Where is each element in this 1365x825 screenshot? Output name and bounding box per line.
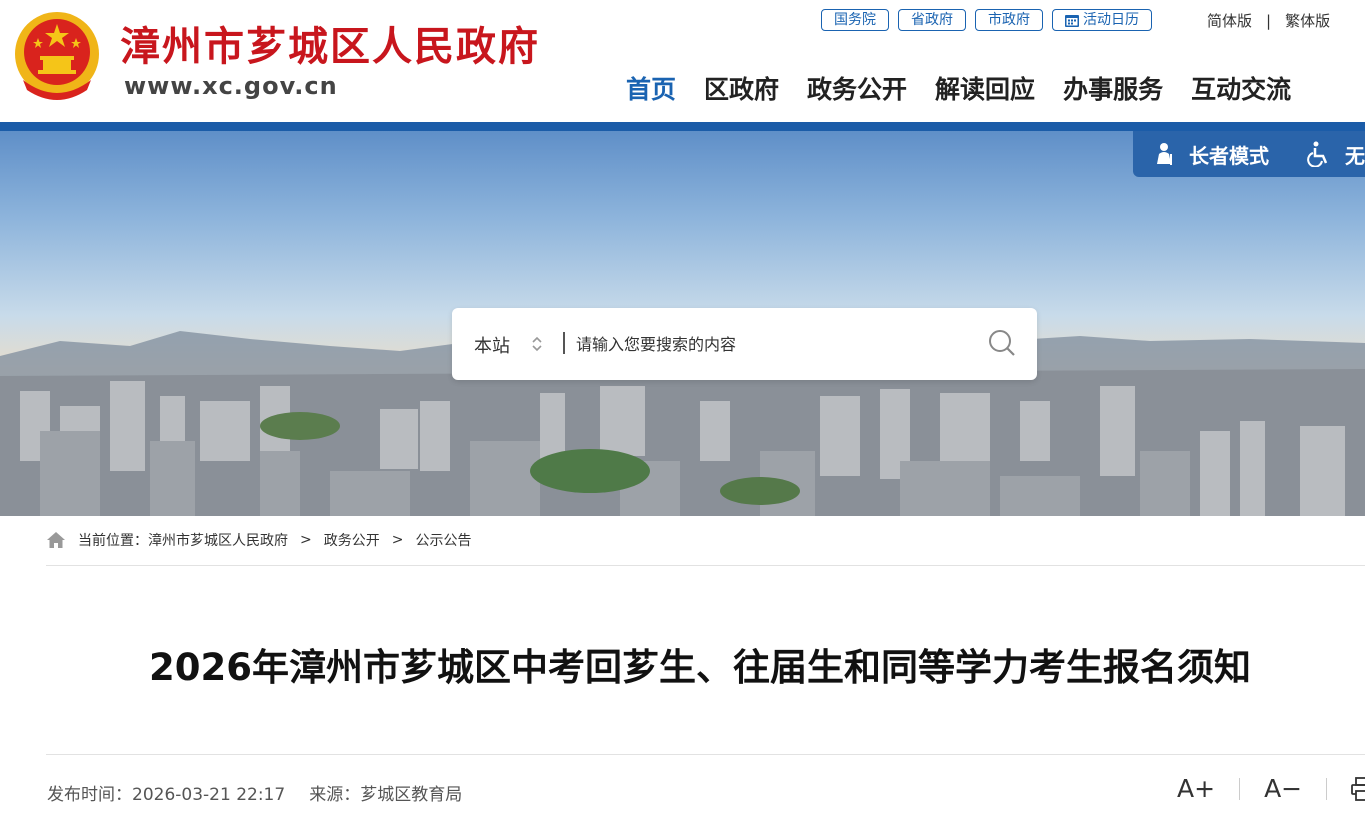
- article-source: 芗城区教育局: [360, 785, 463, 805]
- lang-traditional[interactable]: 繁体版: [1285, 12, 1330, 30]
- lang-separator: |: [1266, 12, 1272, 30]
- main-nav: 首页 区政府 政务公开 解读回应 办事服务 互动交流: [626, 70, 1319, 106]
- breadcrumb-separator: >: [300, 532, 312, 548]
- nav-interpretation[interactable]: 解读回应: [935, 70, 1035, 106]
- select-arrows-icon[interactable]: [532, 335, 542, 353]
- breadcrumb: 当前位置： 漳州市芗城区人民政府 > 政务公开 > 公示公告: [46, 530, 471, 550]
- font-larger-button[interactable]: A+: [1177, 774, 1215, 803]
- nav-interaction[interactable]: 互动交流: [1191, 70, 1291, 106]
- article-meta: 发布时间：2026-03-21 22:17 来源：芗城区教育局: [47, 780, 462, 805]
- accessible-mode-button[interactable]: 无: [1307, 140, 1365, 169]
- link-state-council[interactable]: 国务院: [821, 9, 889, 31]
- search-divider: [563, 332, 565, 354]
- elder-mode-label: 长者模式: [1189, 143, 1269, 168]
- breadcrumb-item-notices[interactable]: 公示公告: [415, 530, 471, 550]
- breadcrumb-item-gov-affairs[interactable]: 政务公开: [324, 530, 380, 550]
- divider: [46, 565, 1365, 566]
- font-smaller-button[interactable]: A−: [1264, 774, 1302, 803]
- header-divider-bar: [0, 122, 1365, 131]
- elder-mode-button[interactable]: 长者模式: [1153, 140, 1269, 169]
- search-scope-select[interactable]: 本站: [474, 332, 510, 358]
- top-links: 国务院 省政府 市政府 活动日历: [821, 9, 1152, 31]
- divider: [46, 754, 1365, 755]
- publish-time: 2026-03-21 22:17: [132, 785, 286, 805]
- nav-home[interactable]: 首页: [626, 70, 676, 106]
- wheelchair-icon: [1307, 141, 1328, 167]
- search-icon[interactable]: [988, 329, 1016, 357]
- site-header: 漳州市芗城区人民政府 www.xc.gov.cn 国务院 省政府 市政府 活动日…: [0, 0, 1365, 122]
- link-city-gov[interactable]: 市政府: [975, 9, 1043, 31]
- print-icon[interactable]: [1351, 776, 1365, 801]
- breadcrumb-item-home[interactable]: 漳州市芗城区人民政府: [148, 530, 288, 550]
- site-url: www.xc.gov.cn: [124, 72, 338, 100]
- language-switch: 简体版 | 繁体版: [1207, 10, 1330, 31]
- national-emblem-icon[interactable]: [13, 10, 101, 102]
- nav-services[interactable]: 办事服务: [1063, 70, 1163, 106]
- elder-person-icon: [1157, 143, 1172, 165]
- nav-gov-affairs[interactable]: 政务公开: [807, 70, 907, 106]
- tool-divider: [1326, 777, 1328, 800]
- nav-district-gov[interactable]: 区政府: [704, 70, 779, 106]
- accessible-mode-label: 无: [1345, 143, 1365, 168]
- tool-divider: [1239, 777, 1241, 800]
- site-search-box: 本站: [452, 308, 1037, 380]
- article-tools: A+ A−: [1177, 774, 1365, 803]
- accessibility-bar: 长者模式 无: [1133, 131, 1365, 177]
- breadcrumb-separator: >: [391, 532, 404, 548]
- home-icon[interactable]: [46, 531, 66, 549]
- activity-calendar-link[interactable]: 活动日历: [1052, 9, 1152, 31]
- lang-simplified[interactable]: 简体版: [1207, 12, 1252, 30]
- calendar-icon: [1065, 14, 1079, 27]
- publish-time-label: 发布时间：: [47, 785, 132, 805]
- breadcrumb-label: 当前位置：: [78, 533, 148, 549]
- search-input[interactable]: [574, 328, 978, 360]
- source-label: 来源：: [309, 785, 361, 805]
- link-provincial-gov[interactable]: 省政府: [898, 9, 966, 31]
- article-title: 2026年漳州市芗城区中考回芗生、往届生和同等学力考生报名须知: [149, 646, 1251, 689]
- activity-calendar-label: 活动日历: [1083, 12, 1139, 28]
- site-title[interactable]: 漳州市芗城区人民政府: [120, 14, 540, 72]
